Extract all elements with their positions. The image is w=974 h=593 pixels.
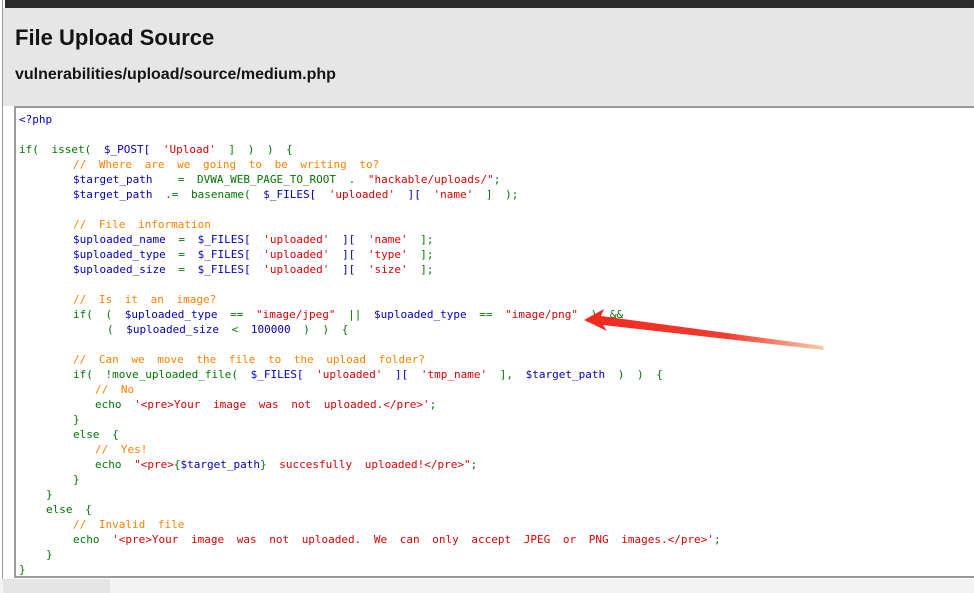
code-line [19,277,974,292]
horizontal-scrollbar-track[interactable] [0,579,974,593]
code-line: $uploaded_size = $_FILES[ 'uploaded' ][ … [19,262,974,277]
code-line: if( !move_uploaded_file( $_FILES[ 'uploa… [19,367,974,382]
code-line: echo '<pre>Your image was not uploaded.<… [19,397,974,412]
code-line: } [19,562,974,577]
code-line: // File information [19,217,974,232]
code-line [19,337,974,352]
code-line: echo '<pre>Your image was not uploaded. … [19,532,974,547]
code-line [19,202,974,217]
code-line: // Where are we going to be writing to? [19,157,974,172]
horizontal-scrollbar-thumb[interactable] [3,579,110,593]
top-black-bar [5,0,974,8]
code-line: if( isset( $_POST[ 'Upload' ] ) ) { [19,142,974,157]
file-upload-source-page: { "header": { "title": "File Upload Sour… [0,0,974,593]
code-line: $uploaded_type = $_FILES[ 'uploaded' ][ … [19,247,974,262]
code-line: $target_path = DVWA_WEB_PAGE_TO_ROOT . "… [19,172,974,187]
code-panel: <?php if( isset( $_POST[ 'Upload' ] ) ) … [14,106,974,578]
code-line: else { [19,427,974,442]
code-line: // Is it an image? [19,292,974,307]
page-title: File Upload Source [3,8,974,51]
code-line: $target_path .= basename( $_FILES[ 'uplo… [19,187,974,202]
code-line: } [19,472,974,487]
code-line: } [19,547,974,562]
code-line: else { [19,502,974,517]
code-line: ( $uploaded_size < 100000 ) ) { [19,322,974,337]
code-line: // Can we move the file to the upload fo… [19,352,974,367]
code-line: // No [19,382,974,397]
header: File Upload Source vulnerabilities/uploa… [3,8,974,106]
code-line: if( ( $uploaded_type == "image/jpeg" || … [19,307,974,322]
source-file-path: vulnerabilities/upload/source/medium.php [3,51,974,84]
php-source-code: <?php if( isset( $_POST[ 'Upload' ] ) ) … [16,108,974,577]
code-line: // Yes! [19,442,974,457]
code-line: $uploaded_name = $_FILES[ 'uploaded' ][ … [19,232,974,247]
code-line [19,127,974,142]
code-line: } [19,487,974,502]
code-line: <?php [19,112,974,127]
code-line: echo "<pre>{$target_path} succesfully up… [19,457,974,472]
code-line: // Invalid file [19,517,974,532]
code-line: } [19,412,974,427]
